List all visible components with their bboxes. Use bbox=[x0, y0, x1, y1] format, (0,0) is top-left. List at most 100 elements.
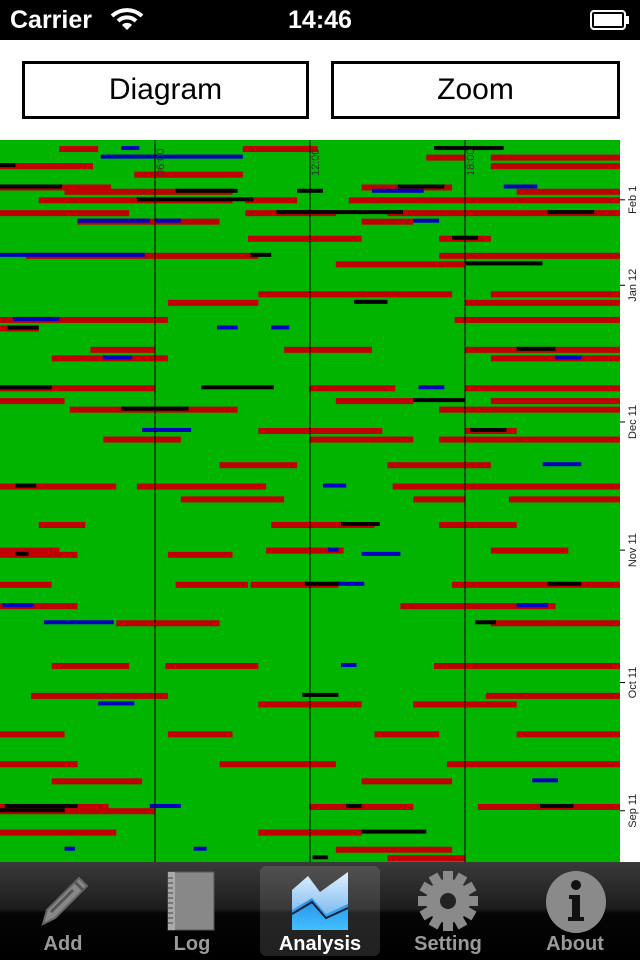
segment bbox=[335, 846, 453, 853]
segment bbox=[490, 154, 620, 161]
y-tick-label: Dec 11 bbox=[627, 405, 639, 439]
segment bbox=[532, 778, 558, 783]
segment bbox=[0, 385, 52, 390]
segment bbox=[490, 620, 620, 627]
tab-setting[interactable]: Setting bbox=[388, 866, 508, 956]
segment bbox=[155, 218, 181, 223]
segment bbox=[250, 252, 272, 257]
segment bbox=[454, 316, 620, 323]
tab-label: Setting bbox=[414, 933, 482, 955]
segment bbox=[149, 803, 181, 808]
segment bbox=[439, 252, 620, 259]
segment bbox=[248, 235, 362, 242]
segment bbox=[361, 778, 453, 785]
segment bbox=[508, 496, 620, 503]
segment bbox=[341, 662, 357, 667]
segment bbox=[328, 547, 339, 552]
segment bbox=[335, 398, 414, 405]
toolbar: Diagram Zoom bbox=[0, 40, 640, 140]
tab-label: Log bbox=[173, 933, 211, 955]
segment bbox=[136, 197, 254, 202]
segment bbox=[490, 398, 620, 405]
segment bbox=[490, 163, 620, 170]
segment bbox=[361, 829, 427, 834]
segment bbox=[0, 551, 78, 558]
diagram-button[interactable]: Diagram bbox=[22, 61, 309, 119]
y-tick-label: Sep 11 bbox=[627, 794, 639, 828]
segment bbox=[2, 603, 34, 608]
tab-about[interactable]: About bbox=[515, 866, 635, 956]
segment bbox=[310, 803, 414, 810]
segment bbox=[418, 385, 445, 390]
segment bbox=[12, 316, 60, 321]
zoom-button[interactable]: Zoom bbox=[331, 61, 620, 119]
segment bbox=[64, 846, 75, 851]
segment bbox=[175, 581, 248, 588]
segment bbox=[361, 218, 414, 225]
segment bbox=[485, 692, 620, 699]
segment bbox=[217, 325, 238, 330]
segment bbox=[353, 299, 388, 304]
segment bbox=[310, 436, 414, 443]
segment bbox=[103, 355, 132, 360]
segment bbox=[0, 761, 78, 768]
segment bbox=[0, 829, 117, 836]
segment bbox=[322, 483, 347, 488]
segment bbox=[167, 731, 233, 738]
segment bbox=[446, 761, 620, 768]
notebook-icon bbox=[167, 871, 215, 931]
segment bbox=[116, 620, 220, 627]
segment bbox=[103, 436, 181, 443]
tab-label: About bbox=[546, 933, 604, 955]
segment bbox=[0, 398, 65, 405]
segment bbox=[503, 184, 538, 189]
activity-diagram[interactable]: 06:00 12:00 18:00 Feb 1 Jan 12 Dec 11 Nov 11 Oc… bbox=[0, 140, 640, 862]
segment bbox=[136, 483, 267, 490]
segment bbox=[470, 428, 507, 433]
tab-log[interactable]: Log bbox=[132, 866, 252, 956]
segment bbox=[77, 218, 150, 223]
segment bbox=[439, 521, 517, 528]
segment bbox=[43, 620, 114, 625]
segment bbox=[361, 551, 401, 556]
segment bbox=[490, 291, 620, 298]
info-icon bbox=[546, 871, 606, 933]
segment bbox=[516, 346, 556, 351]
tab-add[interactable]: Add bbox=[3, 866, 123, 956]
tab-analysis[interactable]: Analysis bbox=[260, 866, 380, 956]
segment bbox=[341, 521, 380, 526]
segment bbox=[219, 462, 298, 469]
segment bbox=[134, 171, 243, 178]
area-chart-icon bbox=[291, 872, 349, 930]
segment bbox=[387, 855, 465, 862]
clock: 14:46 bbox=[288, 6, 352, 34]
segment bbox=[465, 261, 543, 266]
segment bbox=[387, 462, 491, 469]
segment bbox=[539, 803, 574, 808]
segment bbox=[175, 188, 238, 193]
segment bbox=[516, 731, 620, 738]
segment bbox=[15, 483, 37, 488]
segment bbox=[242, 146, 318, 153]
segment bbox=[452, 581, 620, 588]
x-tick-label: 18:00 bbox=[465, 148, 477, 176]
segment bbox=[439, 406, 620, 413]
tab-label: Analysis bbox=[278, 933, 362, 955]
segment bbox=[284, 346, 372, 353]
x-tick-label: 12:00 bbox=[310, 148, 322, 176]
segment bbox=[542, 462, 582, 467]
segment bbox=[167, 299, 259, 306]
segment bbox=[0, 252, 145, 257]
segment bbox=[0, 731, 65, 738]
segment bbox=[98, 701, 135, 706]
segment bbox=[90, 346, 155, 353]
segment bbox=[271, 325, 290, 330]
tab-label: Add bbox=[43, 933, 83, 955]
segment bbox=[426, 154, 465, 161]
segment bbox=[397, 184, 445, 189]
segment bbox=[219, 761, 336, 768]
segment bbox=[374, 731, 440, 738]
segment bbox=[165, 662, 259, 669]
segment bbox=[302, 692, 339, 697]
segment bbox=[15, 551, 29, 556]
